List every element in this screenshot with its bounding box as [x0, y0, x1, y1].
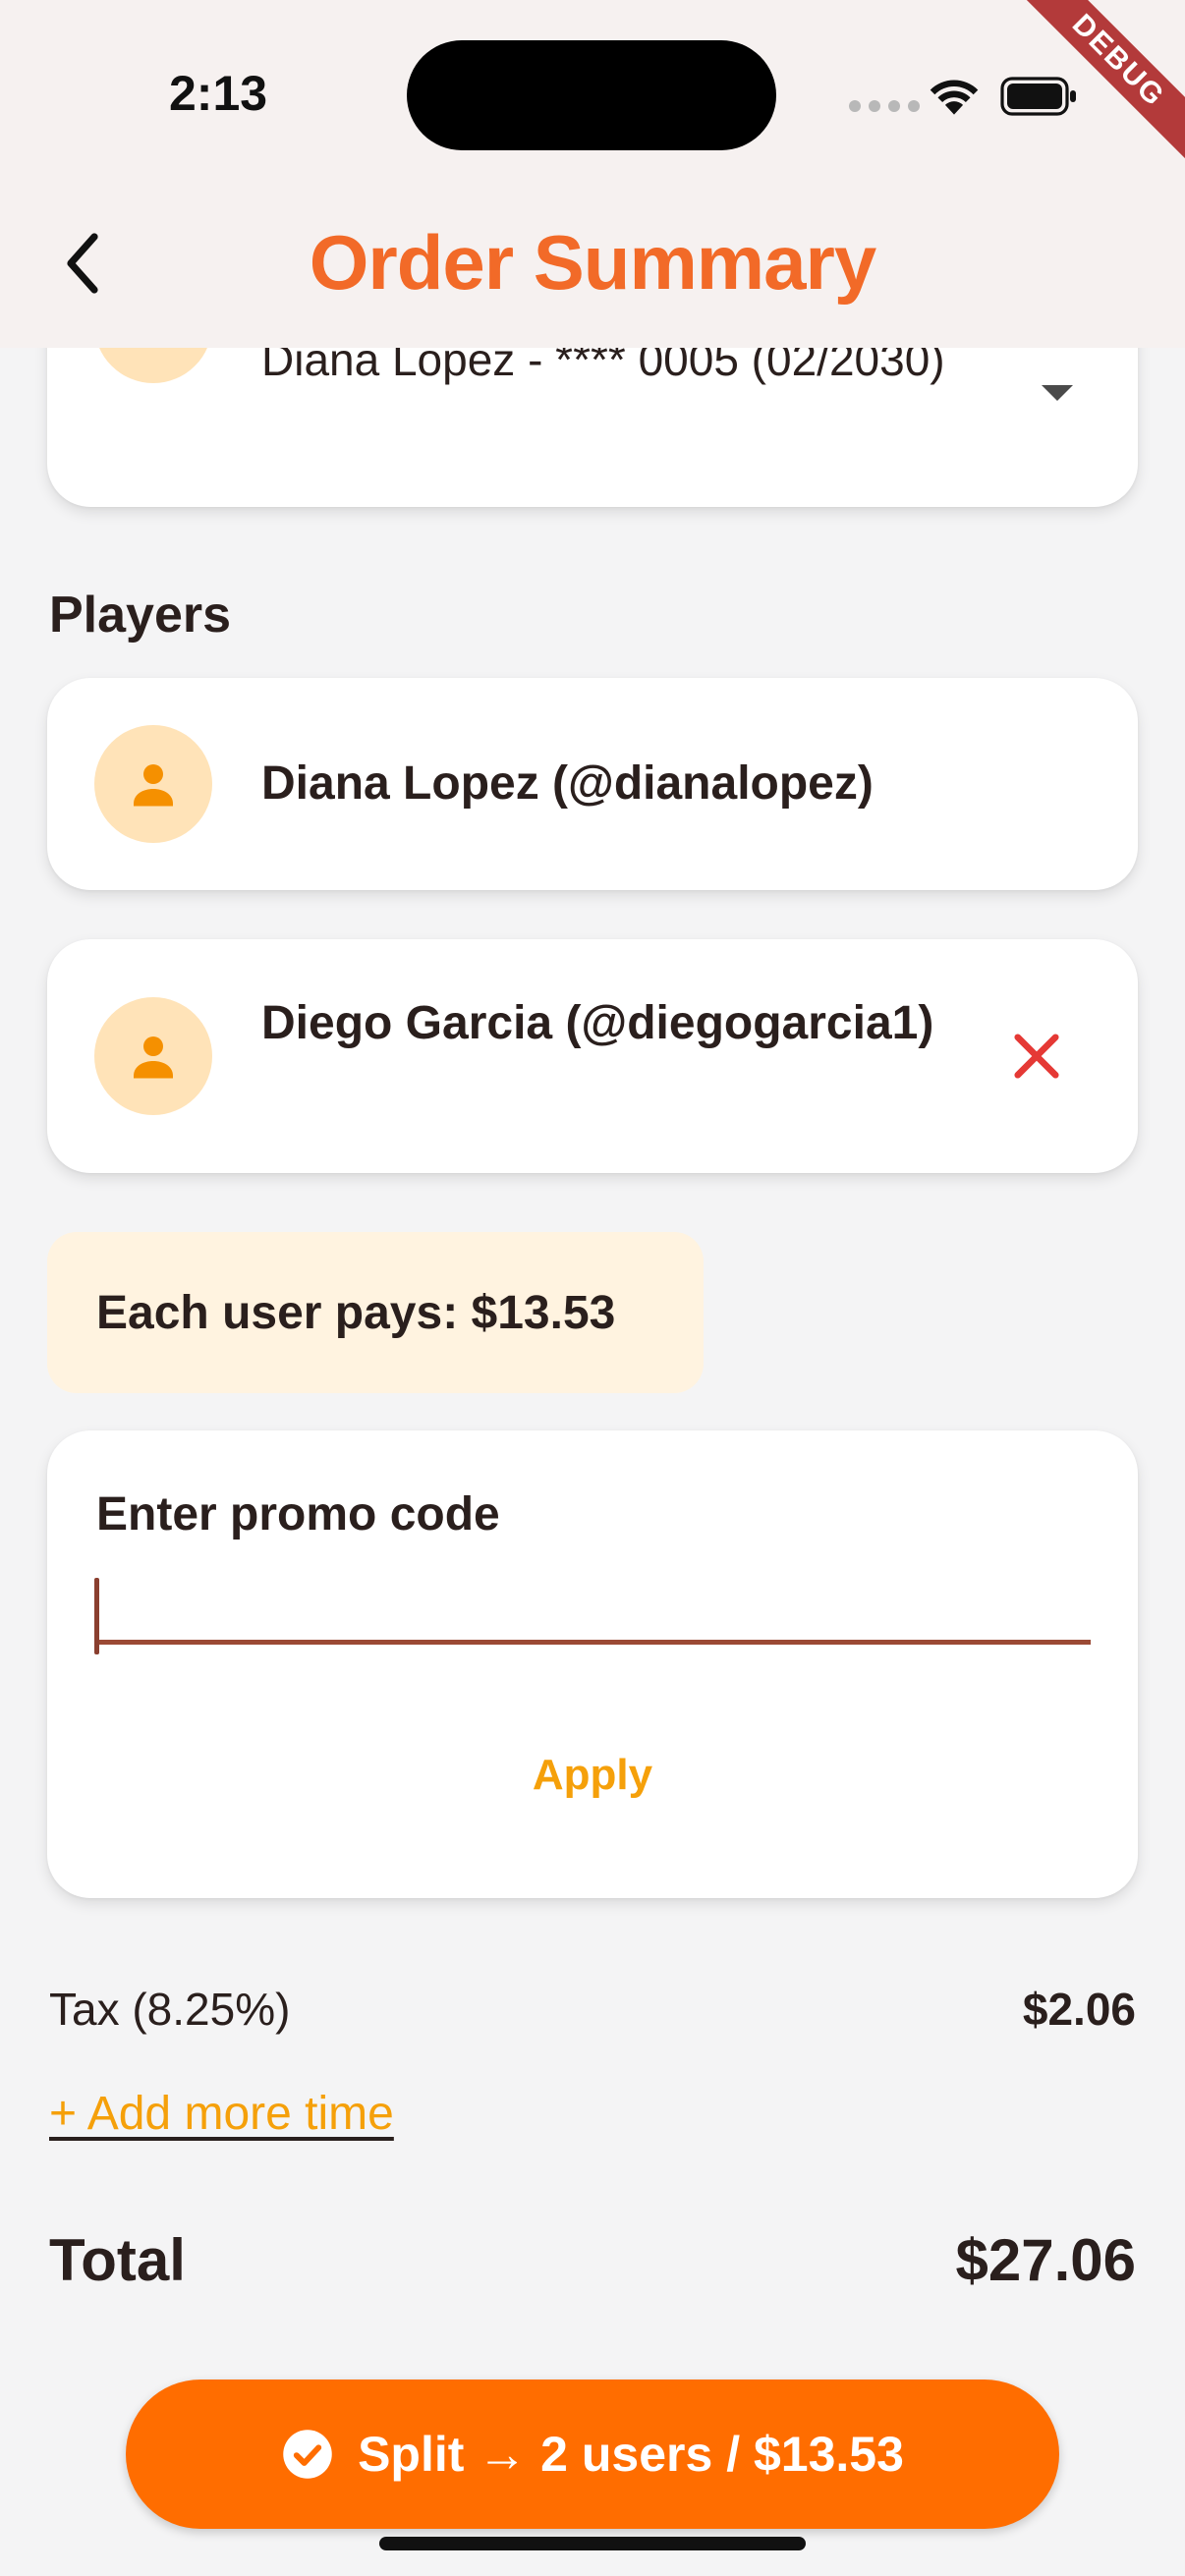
player-name: Diana Lopez (@dianalopez) [261, 757, 874, 810]
battery-icon [1000, 77, 1076, 116]
dynamic-island [407, 40, 776, 150]
text-cursor [94, 1578, 99, 1654]
total-row: Total $27.06 [49, 2226, 1136, 2294]
tax-label: Tax (8.25%) [49, 1984, 291, 2035]
home-indicator[interactable] [379, 2537, 806, 2550]
promo-code-input[interactable] [94, 1566, 1091, 1645]
order-summary-screen: Diana Lopez - **** 0005 (02/2030) Player… [0, 0, 1185, 2576]
player-avatar [94, 997, 212, 1115]
player-name: Diego Garcia (@diegogarcia1) [261, 997, 934, 1049]
check-circle-icon [283, 2430, 332, 2479]
total-label: Total [49, 2227, 186, 2293]
apply-button[interactable]: Apply [47, 1751, 1138, 1800]
remove-player-close-icon[interactable] [1004, 1024, 1069, 1089]
dropdown-arrow-icon[interactable] [1042, 385, 1073, 401]
person-icon [134, 1036, 173, 1079]
split-button-label: Split → 2 users / $13.53 [358, 2427, 904, 2482]
each-user-pays-badge: Each user pays: $13.53 [47, 1232, 704, 1393]
wifi-icon [930, 80, 979, 115]
split-payment-button[interactable]: Split → 2 users / $13.53 [126, 2380, 1059, 2529]
status-time: 2:13 [169, 66, 268, 121]
cellular-signal-icon [849, 100, 920, 112]
player-avatar [94, 725, 212, 843]
promo-code-card: Enter promo code Apply [47, 1430, 1138, 1898]
add-more-time-link[interactable]: + Add more time [49, 2087, 394, 2141]
tax-row: Tax (8.25%) $2.06 [49, 1983, 1136, 2036]
total-value: $27.06 [955, 2227, 1136, 2293]
app-bar: 2:13 DEBUG Order Summary [0, 0, 1185, 348]
players-section-title: Players [49, 587, 232, 644]
tax-value: $2.06 [1022, 1984, 1136, 2035]
player-card: Diana Lopez (@dianalopez) [47, 678, 1138, 890]
player-card: Diego Garcia (@diegogarcia1) [47, 939, 1138, 1173]
person-icon [134, 764, 173, 807]
promo-code-label: Enter promo code [96, 1488, 500, 1540]
page-title: Order Summary [309, 219, 877, 306]
